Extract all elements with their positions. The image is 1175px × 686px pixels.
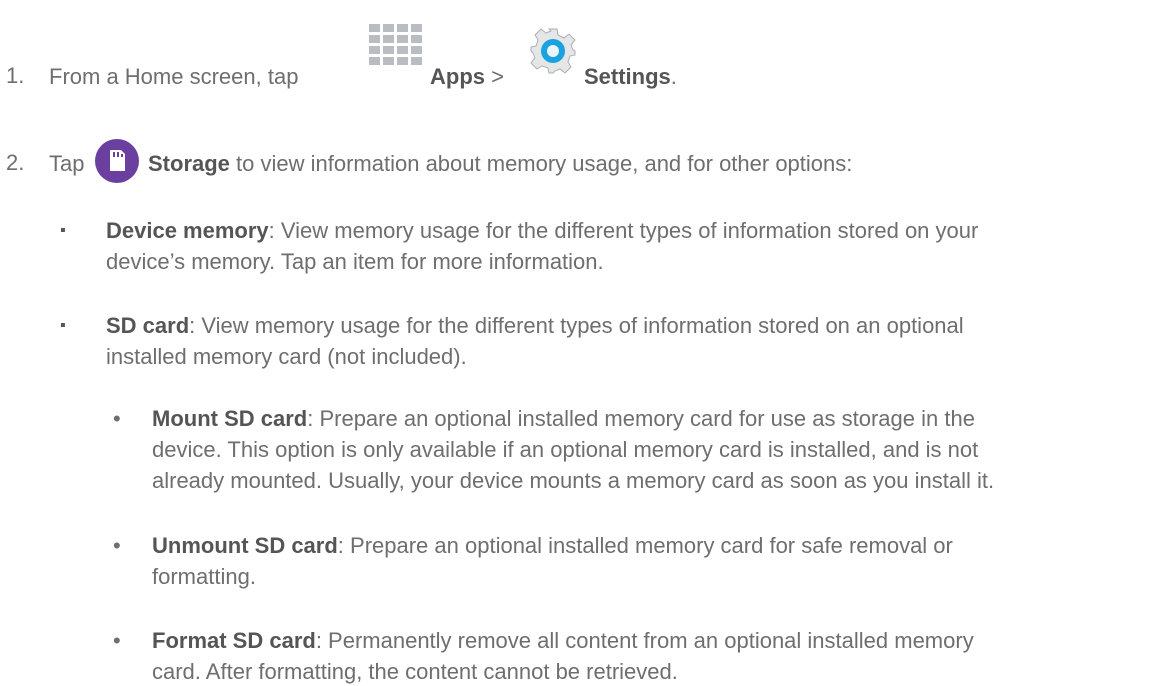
bullet-line: device’s memory. Tap an item for more in… — [106, 249, 604, 274]
subbullet-line: formatting. — [152, 564, 256, 589]
apps-grid-icon — [367, 22, 425, 74]
subbullet-text: : Permanently remove all content from an… — [315, 628, 974, 653]
step-1-end: . — [670, 64, 677, 89]
square-bullet: ▪ — [60, 222, 66, 239]
bullet-text: : View memory usage for the different ty… — [189, 313, 964, 338]
dot-bullet: • — [113, 406, 121, 431]
step-1-settings-line: Settings. — [584, 63, 677, 91]
storage-label: Storage — [148, 151, 230, 176]
step-1-pre: From a Home screen, tap — [49, 64, 299, 89]
subbullet-line: Format SD card: Permanently remove all c… — [152, 627, 974, 655]
step-number: 2. — [6, 150, 25, 175]
subbullet-line: Unmount SD card: Prepare an optional ins… — [152, 532, 953, 560]
step-1-text: From a Home screen, tap — [49, 63, 298, 91]
subbullet-line: card. After formatting, the content cann… — [152, 659, 678, 684]
bullet-line: Device memory: View memory usage for the… — [106, 217, 978, 245]
step-number: 1. — [6, 63, 25, 88]
document-page: 1. From a Home screen, tap Apps > Settin… — [0, 0, 1175, 684]
bullet-line: SD card: View memory usage for the diffe… — [106, 312, 964, 340]
storage-sd-card-icon — [94, 138, 140, 190]
dot-bullet: • — [113, 628, 121, 653]
subbullet-term: Unmount SD card — [152, 533, 338, 558]
step-2-post: to view information about memory usage, … — [236, 151, 853, 176]
separator: > — [491, 64, 504, 89]
bullet-text: : View memory usage for the different ty… — [268, 218, 979, 243]
bullet-term: SD card — [106, 313, 190, 338]
apps-label: Apps — [430, 64, 485, 89]
step-2-text-line: Storage to view information about memory… — [148, 150, 852, 178]
subbullet-line: Mount SD card: Prepare an optional insta… — [152, 405, 975, 433]
step-2-pre-line: Tap — [49, 150, 84, 178]
settings-label: Settings — [584, 64, 671, 89]
settings-gear-icon — [528, 26, 578, 82]
subbullet-line: already mounted. Usually, your device mo… — [152, 468, 995, 493]
subbullet-term: Mount SD card — [152, 406, 308, 431]
subbullet-term: Format SD card — [152, 628, 316, 653]
step-1-apps-line: Apps > — [430, 63, 504, 91]
step-2-pre: Tap — [49, 151, 85, 176]
subbullet-line: device. This option is only available if… — [152, 437, 979, 462]
subbullet-text: : Prepare an optional installed memory c… — [337, 533, 953, 558]
bullet-line: installed memory card (not included). — [106, 344, 467, 369]
dot-bullet: • — [113, 533, 121, 558]
square-bullet: ▪ — [60, 317, 66, 334]
subbullet-text: : Prepare an optional installed memory c… — [307, 406, 975, 431]
bullet-term: Device memory — [106, 218, 269, 243]
